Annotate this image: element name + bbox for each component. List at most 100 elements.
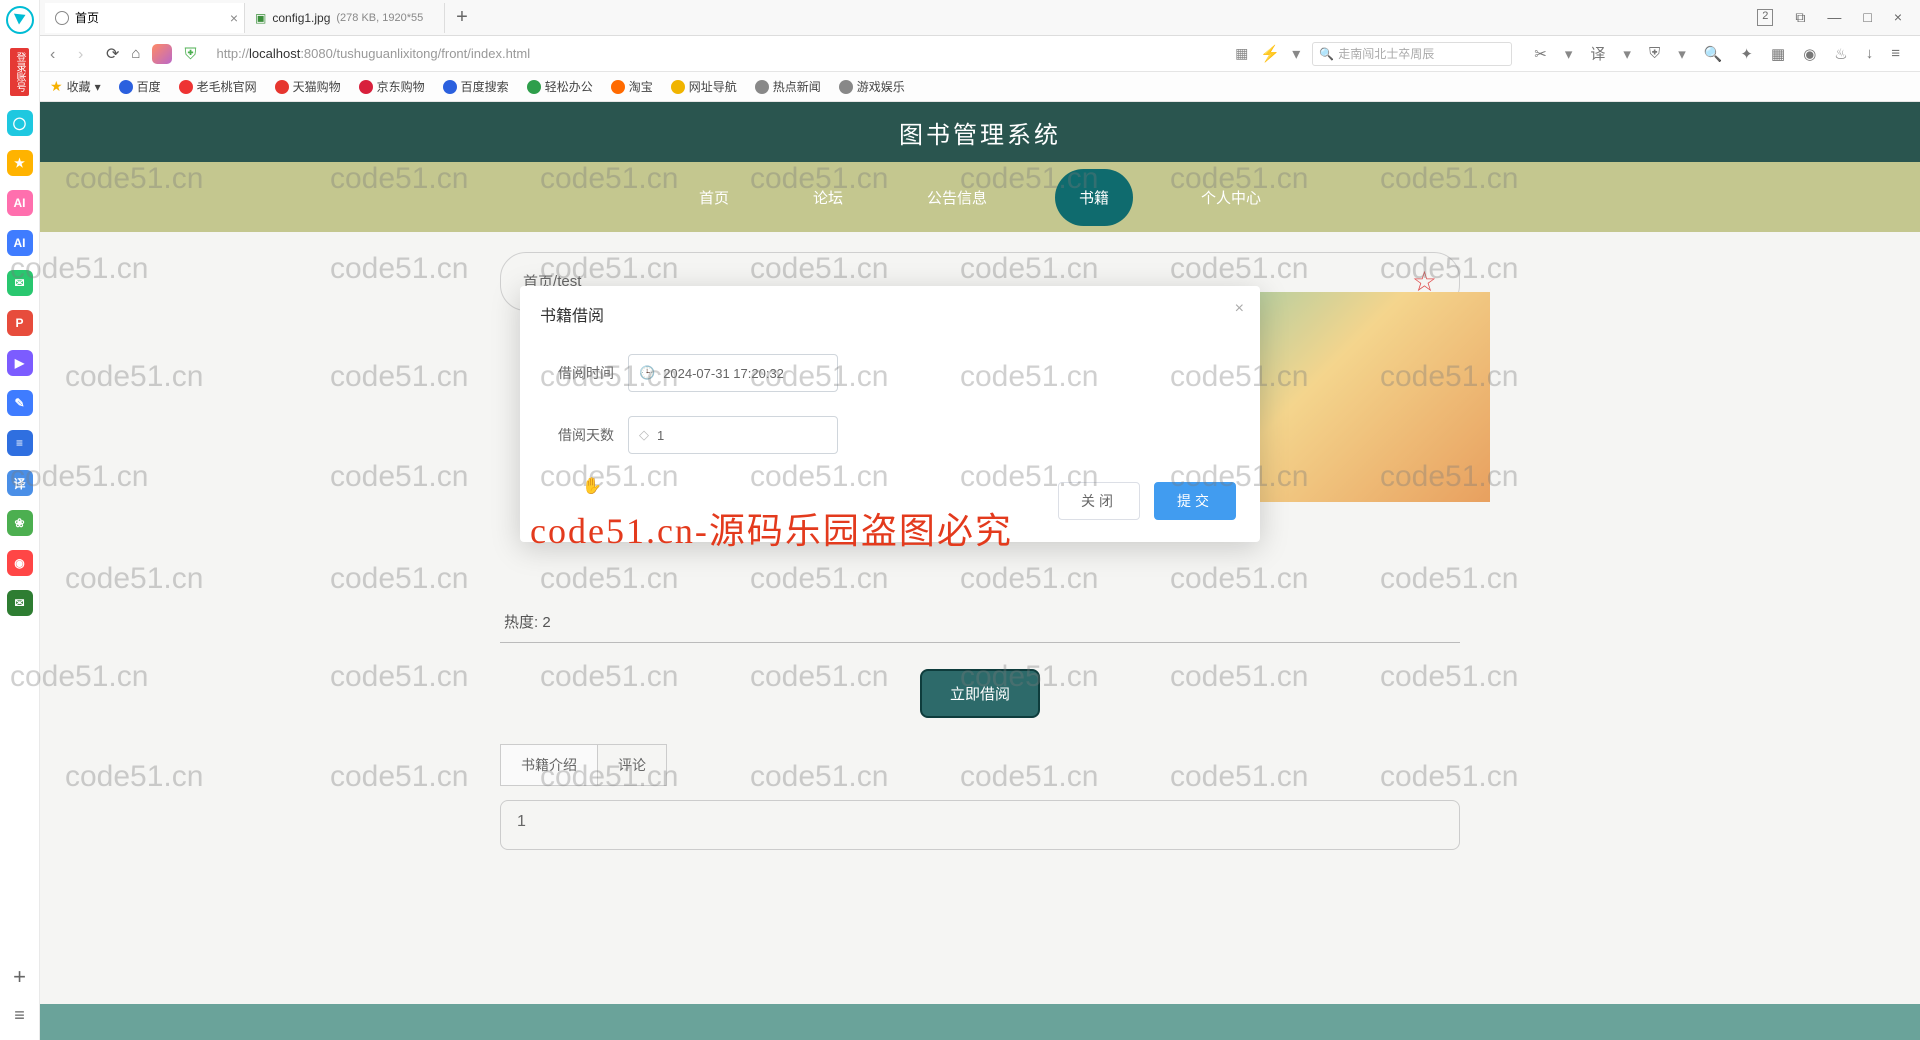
- main-nav: 首页 论坛 公告信息 书籍 个人中心: [40, 162, 1920, 232]
- modal-submit-button[interactable]: 提交: [1154, 482, 1236, 520]
- rail-app-1-icon[interactable]: ◯: [7, 110, 33, 136]
- nav-profile[interactable]: 个人中心: [1185, 177, 1277, 218]
- translate-icon[interactable]: 译: [1590, 43, 1605, 64]
- bookmarks-bar: ★收藏 ▾ 百度 老毛桃官网 天猫购物 京东购物 百度搜索 轻松办公 淘宝 网址…: [0, 72, 1920, 102]
- rail-doc-icon[interactable]: ≡: [7, 430, 33, 456]
- rail-ai2-icon[interactable]: AI: [7, 230, 33, 256]
- site-icon: [671, 80, 685, 94]
- browser-toolbar: ‹ › ⟳ ⌂ ⛨ http://localhost:8080/tushugua…: [0, 36, 1920, 72]
- search-placeholder: 走南闯北士卒周辰: [1338, 45, 1434, 62]
- login-badge[interactable]: 登录账号: [10, 48, 29, 96]
- image-icon: ▣: [255, 11, 266, 25]
- bookmark-taobao[interactable]: 淘宝: [611, 78, 653, 95]
- bookmark-laomaotao[interactable]: 老毛桃官网: [179, 78, 257, 95]
- rail-green-icon[interactable]: ❀: [7, 510, 33, 536]
- chevron-down-icon[interactable]: ▾: [1292, 44, 1300, 64]
- baidu-icon: [443, 80, 457, 94]
- window-maximize-icon[interactable]: □: [1863, 9, 1871, 26]
- globe-icon: [755, 80, 769, 94]
- star-icon: ★: [50, 78, 63, 95]
- bookmark-baidusearch[interactable]: 百度搜索: [443, 78, 509, 95]
- rail-mail-icon[interactable]: ✉: [7, 590, 33, 616]
- modal-close-icon[interactable]: ×: [1235, 300, 1244, 318]
- app-title: 图书管理系统: [40, 102, 1920, 162]
- modal-cancel-button[interactable]: 关闭: [1058, 482, 1140, 520]
- bookmark-game[interactable]: 游戏娱乐: [839, 78, 905, 95]
- bookmark-baidu[interactable]: 百度: [119, 78, 161, 95]
- zoom-icon[interactable]: 🔍: [1704, 45, 1723, 63]
- borrow-days-label: 借阅天数: [544, 425, 614, 445]
- borrow-time-value: 2024-07-31 17:20:32: [663, 366, 784, 381]
- tab-comment[interactable]: 评论: [597, 744, 667, 786]
- bookmark-fav[interactable]: ★收藏 ▾: [50, 78, 101, 95]
- forward-button[interactable]: ›: [78, 46, 94, 62]
- nav-book[interactable]: 书籍: [1055, 169, 1133, 226]
- extensions-icon[interactable]: ✦: [1740, 45, 1753, 63]
- taobao-icon: [611, 80, 625, 94]
- page-viewport: 图书管理系统 首页 论坛 公告信息 书籍 个人中心 首页 / test ☆ 热度…: [40, 102, 1920, 1040]
- modal-header: 书籍借阅 ×: [520, 286, 1260, 342]
- rail-chat-icon[interactable]: ✉: [7, 270, 33, 296]
- bolt-icon[interactable]: ⚡: [1260, 44, 1280, 64]
- cursor-icon: ✋: [582, 476, 602, 496]
- tmall-icon: [275, 80, 289, 94]
- address-bar[interactable]: http://localhost:8080/tushuguanlixitong/…: [212, 46, 932, 61]
- rail-pdf-icon[interactable]: P: [7, 310, 33, 336]
- book-description: 1: [500, 800, 1460, 850]
- bookmark-jd[interactable]: 京东购物: [359, 78, 425, 95]
- rail-ai-icon[interactable]: AI: [7, 190, 33, 216]
- new-tab-button[interactable]: +: [445, 6, 479, 29]
- rainbow-icon[interactable]: ◉: [1803, 45, 1816, 63]
- hot-row: 热度: 2: [500, 601, 1460, 643]
- window-minimize-icon[interactable]: —: [1827, 9, 1841, 26]
- fire-icon[interactable]: ♨: [1834, 45, 1847, 63]
- bookmark-tmall[interactable]: 天猫购物: [275, 78, 341, 95]
- nav-forum[interactable]: 论坛: [797, 177, 859, 218]
- borrow-button[interactable]: 立即借阅: [920, 669, 1040, 718]
- search-input[interactable]: 🔍 走南闯北士卒周辰: [1312, 42, 1512, 66]
- rail-video-icon[interactable]: ▶: [7, 350, 33, 376]
- rail-weibo-icon[interactable]: ◉: [7, 550, 33, 576]
- modal-title: 书籍借阅: [540, 308, 604, 325]
- bookmark-office[interactable]: 轻松办公: [527, 78, 593, 95]
- window-pip-icon[interactable]: ⧉: [1795, 9, 1805, 26]
- browser-logo-icon[interactable]: [6, 6, 34, 34]
- rail-menu-icon[interactable]: ≡: [14, 1005, 25, 1026]
- browser-left-rail: 登录账号 ◯ ★ AI AI ✉ P ▶ ✎ ≡ 译 ❀ ◉ ✉ + ≡: [0, 0, 40, 1040]
- rail-translate-icon[interactable]: 译: [7, 470, 33, 496]
- borrow-days-input[interactable]: ◇ 1: [628, 416, 838, 454]
- window-count-badge[interactable]: 2: [1757, 9, 1773, 26]
- back-button[interactable]: ‹: [50, 46, 66, 62]
- rail-note-icon[interactable]: ✎: [7, 390, 33, 416]
- download-icon[interactable]: ↓: [1866, 45, 1874, 62]
- borrow-modal: 书籍借阅 × 借阅时间 🕒 2024-07-31 17:20:32 借阅天数 ◇…: [520, 286, 1260, 542]
- rail-add-icon[interactable]: +: [13, 964, 26, 990]
- tab-close-icon[interactable]: ×: [230, 10, 238, 26]
- modal-footer: 关闭 提交: [520, 466, 1260, 524]
- tab-book-intro[interactable]: 书籍介绍: [500, 744, 598, 786]
- reload-button[interactable]: ⟳: [106, 44, 119, 64]
- window-close-icon[interactable]: ×: [1894, 9, 1902, 26]
- globe-icon: [55, 11, 69, 25]
- bookmark-nav[interactable]: 网址导航: [671, 78, 737, 95]
- site-icon: [527, 80, 541, 94]
- home-button[interactable]: ⌂: [131, 45, 140, 62]
- rail-app-2-icon[interactable]: ★: [7, 150, 33, 176]
- tab-image[interactable]: ▣ config1.jpg (278 KB, 1920*55: [245, 3, 445, 33]
- scissors-icon[interactable]: ✂: [1534, 45, 1547, 63]
- apps-grid-icon[interactable]: ▦: [1771, 45, 1785, 63]
- borrow-time-input[interactable]: 🕒 2024-07-31 17:20:32: [628, 354, 838, 392]
- tab-homepage[interactable]: 首页 ×: [45, 3, 245, 33]
- tab-meta: (278 KB, 1920*55: [336, 12, 423, 24]
- browser-tabbar: 首页 × ▣ config1.jpg (278 KB, 1920*55 + 2 …: [0, 0, 1920, 36]
- page-footer: [40, 1004, 1920, 1040]
- ai-badge-icon[interactable]: [152, 44, 172, 64]
- qr-icon[interactable]: ▦: [1235, 45, 1248, 62]
- hamburger-icon[interactable]: ≡: [1891, 45, 1900, 62]
- shield-icon[interactable]: ⛨: [184, 46, 200, 62]
- jd-icon: [359, 80, 373, 94]
- bookmark-news[interactable]: 热点新闻: [755, 78, 821, 95]
- nav-home[interactable]: 首页: [683, 177, 745, 218]
- nav-notice[interactable]: 公告信息: [911, 177, 1003, 218]
- shield2-icon[interactable]: ⛨: [1649, 45, 1660, 62]
